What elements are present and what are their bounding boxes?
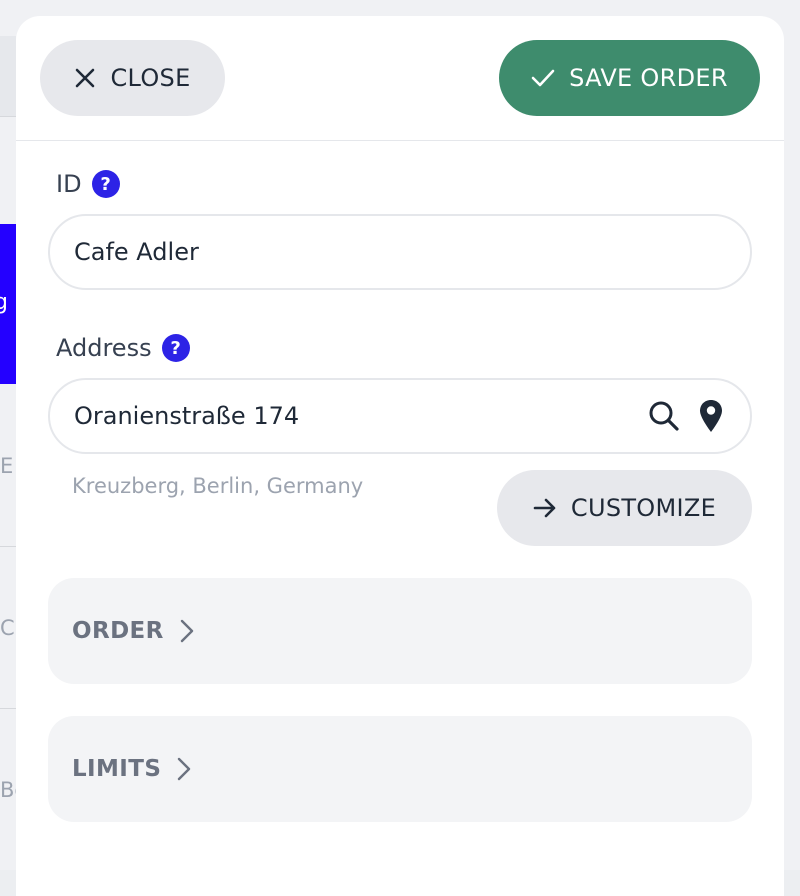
id-field-label: ID ? xyxy=(56,170,120,198)
close-button-label: CLOSE xyxy=(110,64,191,92)
save-order-button-label: SAVE ORDER xyxy=(569,64,728,92)
check-icon xyxy=(531,69,555,87)
address-hint: Kreuzberg, Berlin, Germany xyxy=(72,474,364,498)
address-input-value: Oranienstraße 174 xyxy=(74,402,300,430)
background-fragment-text: Be xyxy=(0,778,16,802)
section-limits-label: LIMITS xyxy=(72,756,162,782)
id-label-text: ID xyxy=(56,170,82,198)
help-icon[interactable]: ? xyxy=(161,334,190,362)
address-label-text: Address xyxy=(56,334,152,362)
section-order[interactable]: ORDER xyxy=(48,578,752,684)
close-button[interactable]: CLOSE xyxy=(40,40,225,116)
panel-header: CLOSE SAVE ORDER xyxy=(16,16,784,141)
chevron-right-icon xyxy=(178,757,191,781)
id-input[interactable]: Cafe Adler xyxy=(48,214,752,290)
section-order-label: ORDER xyxy=(72,618,164,644)
background-active-row: g xyxy=(0,224,16,384)
background-fragment-text: E xyxy=(0,454,14,478)
map-pin-icon[interactable] xyxy=(698,398,724,434)
help-icon[interactable]: ? xyxy=(91,170,120,198)
arrow-right-icon xyxy=(533,498,556,518)
background-fragment-text: g xyxy=(0,290,8,315)
close-icon xyxy=(76,68,95,88)
customize-button-label: CUSTOMIZE xyxy=(570,494,717,522)
save-order-button[interactable]: SAVE ORDER xyxy=(499,40,760,116)
address-field-label: Address ? xyxy=(56,334,190,362)
address-input[interactable]: Oranienstraße 174 xyxy=(48,378,752,454)
background-divider xyxy=(0,546,16,547)
address-input-actions xyxy=(648,398,724,434)
search-icon[interactable] xyxy=(648,400,680,432)
chevron-right-icon xyxy=(180,619,193,643)
id-input-value: Cafe Adler xyxy=(74,238,199,266)
order-editor-panel: CLOSE SAVE ORDER ID ? Cafe Adler Address… xyxy=(16,16,784,896)
background-fragment-text: C xyxy=(0,616,15,640)
customize-button[interactable]: CUSTOMIZE xyxy=(497,470,752,546)
background-divider xyxy=(0,708,16,709)
background-strip xyxy=(0,36,16,116)
section-limits[interactable]: LIMITS xyxy=(48,716,752,822)
background-divider xyxy=(0,116,16,117)
